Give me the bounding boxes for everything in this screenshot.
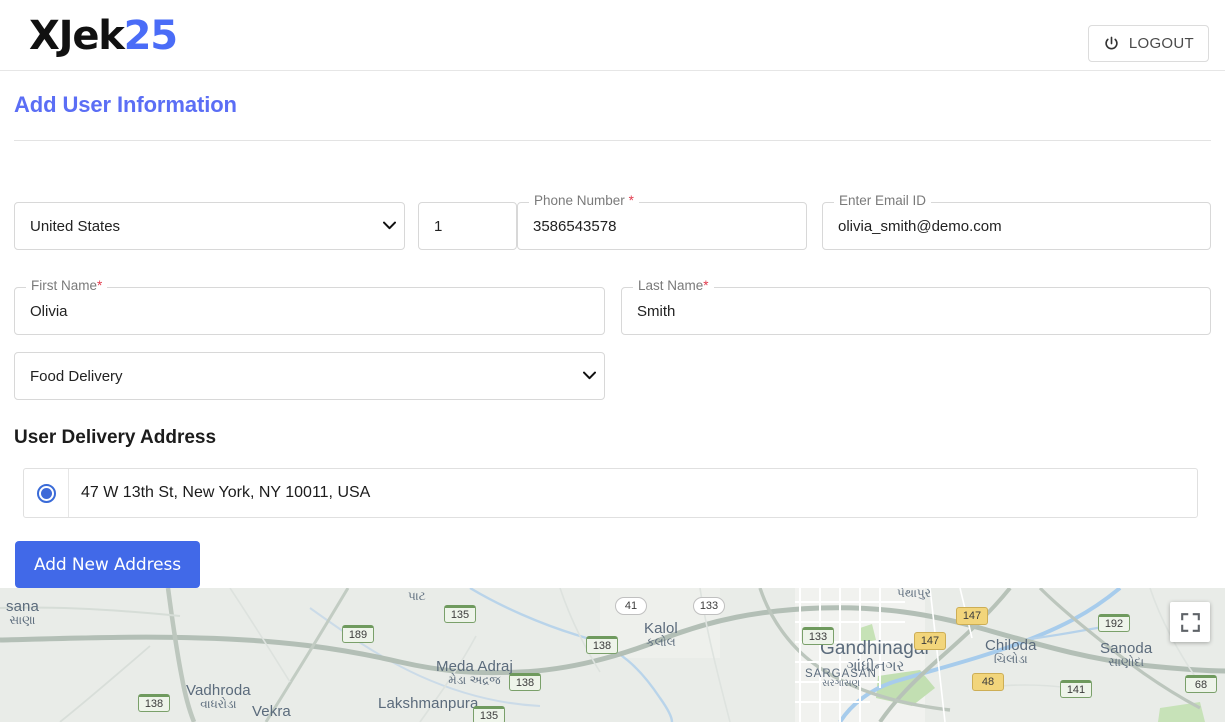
- map-canvas: [0, 588, 1225, 722]
- title-divider: [14, 140, 1211, 141]
- first-name-value: Olivia: [30, 288, 68, 334]
- page-title: Add User Information: [14, 92, 237, 118]
- address-text: 47 W 13th St, New York, NY 10011, USA: [69, 469, 370, 517]
- country-select[interactable]: United States: [14, 202, 405, 250]
- map-view[interactable]: sana સાણા Vadhroda વાધરોડા Vekra Lakshma…: [0, 588, 1225, 722]
- country-code-value: 1: [434, 203, 442, 249]
- last-name-value: Smith: [637, 288, 675, 334]
- logout-button[interactable]: LOGOUT: [1088, 25, 1209, 62]
- app-logo: XJek25: [29, 16, 177, 56]
- phone-number-value: 3586543578: [533, 203, 616, 249]
- add-new-address-button[interactable]: Add New Address: [15, 541, 200, 588]
- app-header: XJek25 LOGOUT: [0, 0, 1225, 71]
- logo-text-primary: XJek: [29, 13, 124, 59]
- address-radio[interactable]: [24, 469, 69, 517]
- power-icon: [1103, 35, 1120, 52]
- map-fullscreen-button[interactable]: [1170, 602, 1210, 642]
- radio-inner-dot: [41, 488, 52, 499]
- logout-label: LOGOUT: [1129, 35, 1194, 52]
- fullscreen-expand-icon: [1181, 613, 1200, 632]
- address-list-item[interactable]: 47 W 13th St, New York, NY 10011, USA: [23, 468, 1198, 518]
- email-field[interactable]: Enter Email ID olivia_smith@demo.com: [822, 202, 1211, 250]
- logo-text-accent: 25: [124, 13, 177, 59]
- first-name-field[interactable]: First Name* Olivia: [14, 287, 605, 335]
- email-value: olivia_smith@demo.com: [838, 203, 1002, 249]
- country-code-field[interactable]: 1: [418, 202, 517, 250]
- service-type-select[interactable]: Food Delivery: [14, 352, 605, 400]
- last-name-field[interactable]: Last Name* Smith: [621, 287, 1211, 335]
- phone-number-field[interactable]: Phone Number * 3586543578: [517, 202, 807, 250]
- first-name-required-asterisk: *: [97, 278, 102, 293]
- address-section-heading: User Delivery Address: [14, 427, 216, 449]
- last-name-required-asterisk: *: [703, 278, 708, 293]
- radio-outer-ring: [37, 484, 56, 503]
- phone-required-asterisk: *: [629, 193, 634, 208]
